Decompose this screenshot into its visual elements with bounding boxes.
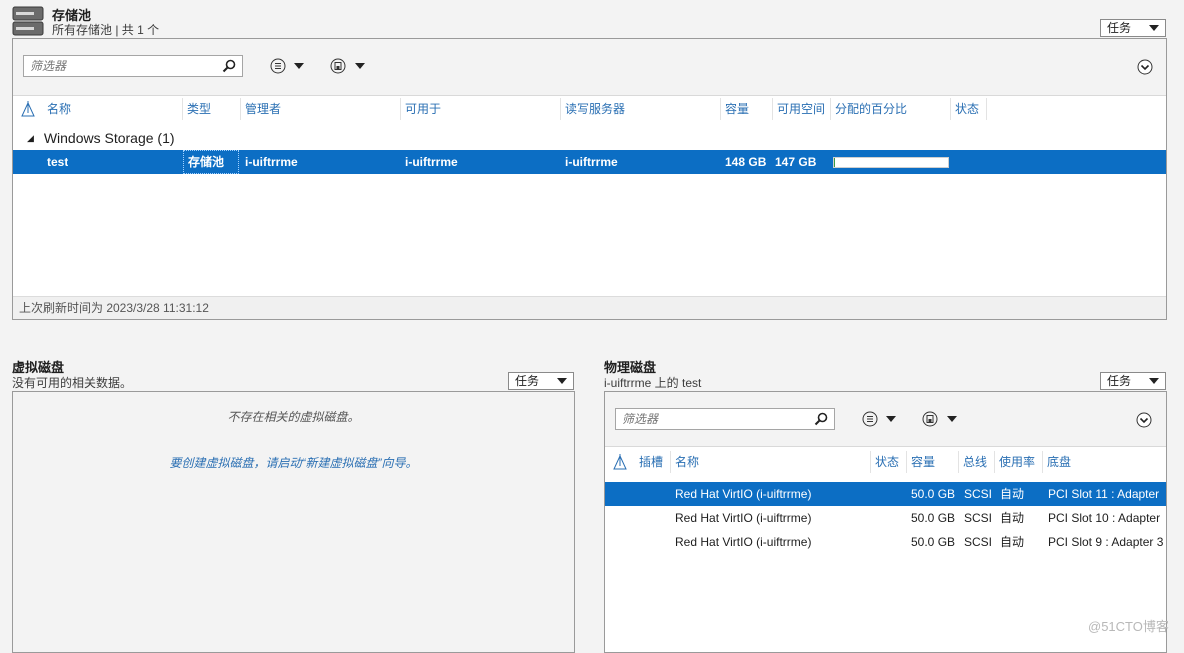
pool-task-button[interactable]: 任务 [1100,19,1166,37]
chevron-down-icon [1149,25,1159,31]
table-row[interactable]: Red Hat VirtIO (i-uiftrrme) 50.0 GB SCSI… [605,482,1166,506]
cell-type: 存储池 [183,150,239,174]
save-query-icon[interactable] [330,58,346,74]
storage-pool-icon [12,6,44,36]
cell-capacity: 148 GB [725,155,767,169]
chevron-down-icon[interactable] [355,63,365,69]
cell-chassis: PCI Slot 9 : Adapter 3 [1048,535,1164,549]
pool-task-label: 任务 [1107,21,1132,35]
physical-disks-subtitle: i-uiftrrme 上的 test [604,376,702,390]
physical-disks-panel: 插槽 名称 状态 容量 总线 使用率 底盘 Red Hat VirtIO (i-… [604,391,1167,653]
virtual-disks-task-label: 任务 [515,374,540,388]
physical-disks-task-label: 任务 [1107,374,1132,388]
col-managed-by[interactable]: 管理者 [241,98,401,120]
virtual-disks-task-button[interactable]: 任务 [508,372,574,390]
col-bus[interactable]: 总线 [959,451,995,473]
cell-disk-capacity: 50.0 GB [911,535,956,549]
col-disk-name[interactable]: 名称 [671,451,871,473]
cell-disk-capacity: 50.0 GB [911,511,956,525]
cell-name: test [47,155,69,169]
list-view-icon[interactable] [270,58,286,74]
col-type[interactable]: 类型 [183,98,241,120]
col-status[interactable]: 状态 [951,98,987,120]
cell-bus: SCSI [964,535,993,549]
physical-disks-task-button[interactable]: 任务 [1100,372,1166,390]
col-disk-capacity[interactable]: 容量 [907,451,959,473]
allocated-progress-fill [834,158,835,167]
col-chassis[interactable]: 底盘 [1043,451,1165,473]
cell-usage: 自动 [1000,535,1025,549]
cell-chassis: PCI Slot 11 : Adapter [1048,487,1160,501]
virtual-disks-panel: 不存在相关的虚拟磁盘。 要创建虚拟磁盘，请启动“新建虚拟磁盘”向导。 [12,391,575,653]
pool-subtitle: 所有存储池 | 共 1 个 [52,23,160,37]
table-row[interactable]: Red Hat VirtIO (i-uiftrrme) 50.0 GB SCSI… [605,530,1166,554]
col-usage[interactable]: 使用率 [995,451,1043,473]
col-slot[interactable]: 插槽 [635,451,671,473]
new-virtual-disk-link[interactable]: 要创建虚拟磁盘，请启动“新建虚拟磁盘”向导。 [13,454,574,471]
cell-chassis: PCI Slot 10 : Adapter [1048,511,1161,525]
physical-filter-input[interactable] [616,409,808,429]
chevron-down-icon [1149,378,1159,384]
col-disk-status[interactable]: 状态 [871,451,907,473]
allocated-progress-bar [833,157,949,168]
virtual-disks-subtitle: 没有可用的相关数据。 [12,376,133,390]
empty-message: 不存在相关的虚拟磁盘。 [227,410,360,424]
save-query-icon[interactable] [922,411,938,427]
cell-usage: 自动 [1000,511,1025,525]
search-icon[interactable] [814,412,828,426]
table-row[interactable]: Red Hat VirtIO (i-uiftrrme) 50.0 GB SCSI… [605,506,1166,530]
physical-disks-toolbar [605,392,1166,447]
chevron-down-icon[interactable] [886,416,896,422]
pool-filter-box [23,55,243,77]
cell-disk-name: Red Hat VirtIO (i-uiftrrme) [675,511,812,525]
pool-panel: 名称 类型 管理者 可用于 读写服务器 容量 可用空间 分配的百分比 状态 ◢ … [12,38,1167,320]
group-header[interactable]: ◢ Windows Storage (1) [27,130,175,146]
cell-usage: 自动 [1000,487,1025,501]
collapse-triangle-icon[interactable]: ◢ [27,133,34,143]
col-free-space[interactable]: 可用空间 [773,98,831,120]
cell-rw-server: i-uiftrrme [565,155,618,169]
col-capacity[interactable]: 容量 [721,98,773,120]
sort-warning-icon[interactable] [21,101,35,117]
col-allocated[interactable]: 分配的百分比 [831,98,951,120]
cell-available-to: i-uiftrrme [405,155,458,169]
physical-filter-box [615,408,835,430]
cell-disk-capacity: 50.0 GB [911,487,956,501]
col-available-to[interactable]: 可用于 [401,98,561,120]
group-label: Windows Storage (1) [43,130,175,146]
sort-warning-icon[interactable] [613,454,627,470]
cell-disk-name: Red Hat VirtIO (i-uiftrrme) [675,487,812,501]
physical-table-header: 插槽 名称 状态 容量 总线 使用率 底盘 [605,451,1166,473]
pool-table-header: 名称 类型 管理者 可用于 读写服务器 容量 可用空间 分配的百分比 状态 [13,98,1166,120]
col-rw-server[interactable]: 读写服务器 [561,98,721,120]
table-row[interactable]: test 存储池 i-uiftrrme i-uiftrrme i-uiftrrm… [13,150,1166,174]
cell-disk-name: Red Hat VirtIO (i-uiftrrme) [675,535,812,549]
chevron-down-icon[interactable] [947,416,957,422]
pool-filter-input[interactable] [24,56,216,76]
list-view-icon[interactable] [862,411,878,427]
col-name[interactable]: 名称 [43,98,183,120]
cell-free-space: 147 GB [775,155,817,169]
search-icon[interactable] [222,59,236,73]
expand-icon[interactable] [1136,412,1152,428]
watermark: @51CTO博客 [1088,619,1169,634]
chevron-down-icon [557,378,567,384]
pool-toolbar [13,39,1166,96]
last-refresh-status: 上次刷新时间为 2023/3/28 11:31:12 [13,296,1166,319]
cell-bus: SCSI [964,511,993,525]
cell-managed-by: i-uiftrrme [245,155,298,169]
chevron-down-icon[interactable] [294,63,304,69]
expand-icon[interactable] [1137,59,1153,75]
cell-bus: SCSI [964,487,993,501]
